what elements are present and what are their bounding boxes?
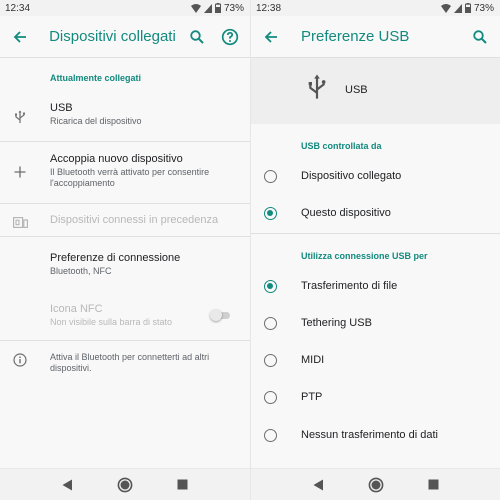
info-icon <box>12 352 28 368</box>
radio-row-no-data-transfer[interactable]: Nessun trasferimento di dati <box>251 420 500 450</box>
nav-bar <box>0 468 250 500</box>
devices-icon <box>12 214 28 230</box>
section-header-usb-use: Utilizza connessione USB per <box>301 251 428 261</box>
home-circle-icon[interactable] <box>368 477 384 493</box>
nfc-toggle[interactable] <box>210 309 230 321</box>
wifi-icon <box>190 3 201 13</box>
wifi-icon <box>440 3 451 13</box>
battery-percent: 73% <box>473 2 494 14</box>
recents-square-icon[interactable] <box>428 479 439 490</box>
search-icon[interactable] <box>186 25 209 49</box>
back-arrow-icon[interactable] <box>259 25 283 49</box>
radio-label: Questo dispositivo <box>301 207 391 219</box>
back-triangle-icon[interactable] <box>313 479 324 491</box>
usb-subtitle: Ricarica del dispositivo <box>50 116 142 126</box>
radio-label: Nessun trasferimento di dati <box>301 429 438 441</box>
radio-file-transfer[interactable] <box>264 279 277 293</box>
radio-usb-tethering[interactable] <box>264 316 277 330</box>
page-title: Dispositivi collegati <box>49 28 176 45</box>
status-time: 12:34 <box>5 2 31 14</box>
radio-label: Tethering USB <box>301 317 372 329</box>
status-time: 12:38 <box>256 2 282 14</box>
radio-label: Dispositivo collegato <box>301 170 402 182</box>
radio-midi[interactable] <box>264 353 277 367</box>
page-title: Preferenze USB <box>301 28 410 45</box>
radio-label: MIDI <box>301 354 325 366</box>
radio-row-file-transfer[interactable]: Trasferimento di file <box>251 271 500 301</box>
plus-icon <box>12 164 28 180</box>
signal-icon <box>453 3 462 13</box>
radio-label: Trasferimento di file <box>301 280 398 292</box>
signal-icon <box>203 3 212 13</box>
help-icon[interactable] <box>219 25 242 49</box>
radio-row-midi[interactable]: MIDI <box>251 345 500 375</box>
status-bar: 12:38 73% <box>251 0 500 16</box>
nfc-subtitle: Non visibile sulla barra di stato <box>50 317 173 327</box>
app-bar: Preferenze USB <box>251 16 500 58</box>
bluetooth-info: Attiva il Bluetooth per connetterti ad a… <box>0 352 250 382</box>
usb-header-card: USB <box>251 58 500 124</box>
list-item-pair-device[interactable]: Accoppia nuovo dispositivo Il Bluetooth … <box>0 153 250 197</box>
usb-icon <box>307 72 327 107</box>
divider <box>0 203 250 204</box>
radio-row-this-device[interactable]: Questo dispositivo <box>251 198 500 228</box>
usb-label: USB <box>345 84 368 96</box>
divider <box>251 233 500 234</box>
divider <box>0 141 250 142</box>
nav-bar <box>251 468 500 500</box>
right-screen: 12:38 73% Preferenze USB USB USB control… <box>250 0 500 500</box>
divider <box>0 340 250 341</box>
radio-row-connected-device[interactable]: Dispositivo collegato <box>251 161 500 191</box>
battery-icon <box>214 3 221 13</box>
usb-title: USB <box>50 102 73 114</box>
radio-row-ptp[interactable]: PTP <box>251 382 500 412</box>
section-header-controlled-by: USB controllata da <box>301 141 382 151</box>
usb-icon <box>12 109 28 125</box>
pair-device-subtitle: Il Bluetooth verrà attivato per consenti… <box>50 167 210 188</box>
radio-no-data-transfer[interactable] <box>264 428 277 442</box>
app-bar: Dispositivi collegati <box>0 16 250 58</box>
previous-devices-title: Dispositivi connessi in precedenza <box>50 214 219 226</box>
pair-device-title: Accoppia nuovo dispositivo <box>50 153 183 165</box>
back-triangle-icon[interactable] <box>62 479 73 491</box>
home-circle-icon[interactable] <box>117 477 133 493</box>
battery-icon <box>464 3 471 13</box>
recents-square-icon[interactable] <box>177 479 188 490</box>
connection-preferences-subtitle: Bluetooth, NFC <box>50 266 112 276</box>
radio-label: PTP <box>301 391 323 403</box>
nfc-title: Icona NFC <box>50 303 103 315</box>
list-item-connection-preferences[interactable]: Preferenze di connessione Bluetooth, NFC <box>0 252 250 282</box>
battery-percent: 73% <box>223 2 244 14</box>
status-bar: 12:34 73% <box>0 0 250 16</box>
bluetooth-info-text: Attiva il Bluetooth per connetterti ad a… <box>50 352 210 373</box>
left-screen: 12:34 73% Dispositivi collegati Attualme… <box>0 0 250 500</box>
radio-connected-device[interactable] <box>264 169 277 183</box>
list-item-nfc-icon[interactable]: Icona NFC Non visibile sulla barra di st… <box>0 303 250 333</box>
search-icon[interactable] <box>468 25 492 49</box>
connection-preferences-title: Preferenze di connessione <box>50 252 181 264</box>
radio-ptp[interactable] <box>264 390 277 404</box>
radio-row-usb-tethering[interactable]: Tethering USB <box>251 308 500 338</box>
section-header-connected: Attualmente collegati <box>50 73 142 83</box>
list-item-previous-devices[interactable]: Dispositivi connessi in precedenza <box>0 214 250 232</box>
back-arrow-icon[interactable] <box>8 25 31 49</box>
radio-this-device[interactable] <box>264 206 277 220</box>
divider <box>0 236 250 237</box>
list-item-usb[interactable]: USB Ricarica del dispositivo <box>0 102 250 136</box>
